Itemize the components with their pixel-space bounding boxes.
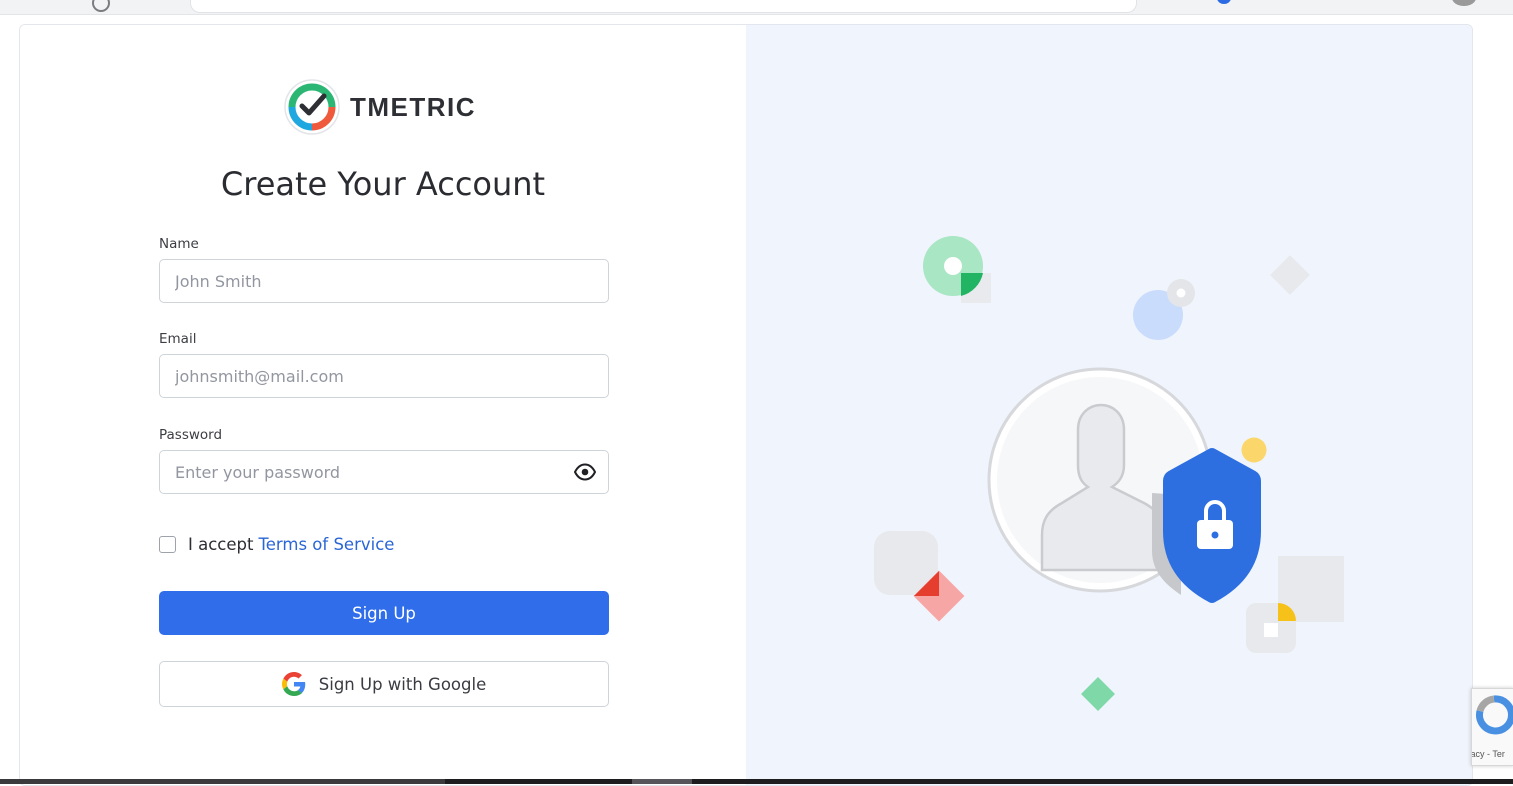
grey-squares-shape [1246,556,1344,653]
email-label: Email [159,331,197,347]
signup-card: TMETRIC Create Your Account Name Email P… [19,24,1473,786]
google-g-icon [281,672,306,696]
sign-up-button[interactable]: Sign Up [159,591,609,635]
tmetric-logo-icon [284,79,340,135]
name-label: Name [159,236,199,252]
signup-form-panel: TMETRIC Create Your Account Name Email P… [20,25,746,785]
password-label: Password [159,427,223,443]
password-field[interactable] [159,450,609,494]
recaptcha-footer[interactable]: vacy - Ter [1472,749,1505,759]
green-diamond-shape [1081,677,1115,711]
taskbar-segment [632,779,692,784]
page-title: Create Your Account [220,165,546,203]
eye-icon[interactable] [574,463,596,481]
illustration-panel [746,25,1472,785]
info-icon[interactable] [92,0,110,12]
taskbar-segment [0,779,445,784]
terms-checkbox[interactable] [159,536,176,553]
terms-of-service-link[interactable]: Terms of Service [258,535,394,554]
accept-text: I accept [188,535,254,554]
blue-circle-shape [1133,279,1195,340]
name-field[interactable] [159,259,609,303]
recaptcha-icon [1476,695,1513,735]
taskbar [0,779,1513,784]
google-sign-up-button[interactable]: Sign Up with Google [159,661,609,707]
brand-name: TMETRIC [350,91,477,122]
email-input[interactable] [160,355,575,397]
profile-avatar[interactable] [1452,0,1476,6]
shield-lock-icon [1152,448,1261,603]
grey-diamond-shape [1270,255,1310,295]
user-shield-lock-icon [874,236,1344,711]
email-field[interactable] [159,354,609,398]
brand-logo[interactable]: TMETRIC [284,79,476,135]
sign-up-label: Sign Up [352,603,416,623]
extension-icon[interactable] [1217,0,1231,4]
terms-row: I accept Terms of Service [159,535,394,554]
yellow-dot-shape [1241,437,1267,463]
browser-toolbar [0,0,1513,15]
green-ring-shape [923,236,991,303]
name-input[interactable] [160,260,575,302]
password-input[interactable] [160,451,575,493]
google-sign-up-label: Sign Up with Google [318,674,487,694]
recaptcha-badge[interactable]: vacy - Ter [1471,688,1513,766]
address-bar[interactable] [190,0,1137,13]
